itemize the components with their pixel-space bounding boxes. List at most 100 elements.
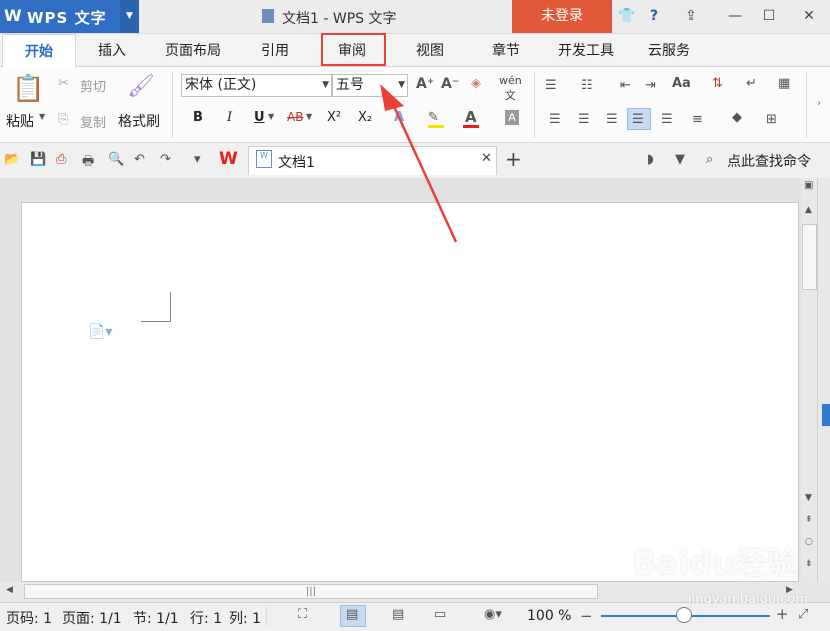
- zoom-out-icon[interactable]: −: [580, 607, 593, 625]
- save-icon[interactable]: 💾: [30, 152, 46, 167]
- tab-page-layout[interactable]: 页面布局: [165, 34, 221, 66]
- bullet-list-icon[interactable]: ☰: [545, 78, 557, 93]
- split-view-icon[interactable]: ▣: [804, 180, 813, 191]
- format-painter-button[interactable]: 格式刷: [118, 111, 160, 131]
- italic-button[interactable]: I: [227, 110, 232, 125]
- upload-icon[interactable]: ⇪: [682, 7, 700, 25]
- bold-button[interactable]: B: [193, 110, 203, 125]
- zoom-level[interactable]: 100 %: [527, 608, 571, 624]
- ribbon-scroll-icon[interactable]: ›: [817, 98, 821, 109]
- fit-page-icon[interactable]: ⤢: [798, 607, 808, 622]
- vertical-scroll-thumb[interactable]: [802, 224, 817, 290]
- tab-home[interactable]: 开始: [2, 34, 76, 67]
- text-effect-icon[interactable]: A: [394, 110, 404, 125]
- shading-icon[interactable]: ◆: [732, 110, 742, 125]
- status-column[interactable]: 列: 1: [229, 608, 261, 628]
- tab-insert[interactable]: 插入: [98, 34, 126, 66]
- undo-icon[interactable]: ↶: [134, 152, 145, 167]
- app-menu-button[interactable]: W WPS 文字: [0, 0, 120, 33]
- format-painter-icon[interactable]: 🖌: [127, 74, 155, 99]
- scrollbar-divider: [817, 178, 818, 582]
- paste-dropdown-icon[interactable]: ▼: [39, 112, 45, 121]
- highlight-icon[interactable]: ✎: [428, 110, 439, 125]
- reading-view-icon[interactable]: ◉▾: [484, 607, 502, 622]
- distribute-icon[interactable]: ☰: [661, 112, 673, 127]
- close-tab-icon[interactable]: ✕: [481, 151, 492, 166]
- tab-references[interactable]: 引用: [261, 34, 289, 66]
- app-menu-dropdown-icon[interactable]: ▼: [120, 0, 139, 33]
- increase-indent-icon[interactable]: ⇥: [645, 78, 656, 93]
- tab-cloud[interactable]: 云服务: [648, 34, 690, 66]
- paste-button[interactable]: 粘贴: [6, 111, 34, 131]
- align-right-icon[interactable]: ☰: [606, 112, 618, 127]
- scroll-left-icon[interactable]: ◀: [6, 585, 13, 595]
- page-view-icon: ▤: [346, 607, 359, 622]
- paste-icon[interactable]: 📋: [12, 74, 44, 104]
- sort-icon[interactable]: ⇅: [712, 76, 723, 91]
- new-tab-button[interactable]: +: [505, 147, 522, 171]
- border-icon[interactable]: ⊞: [766, 112, 777, 127]
- shrink-font-icon[interactable]: A⁻: [441, 76, 459, 92]
- login-button[interactable]: 未登录: [512, 0, 612, 33]
- font-size-select[interactable]: 五号 ▼: [332, 74, 408, 97]
- outline-view-icon[interactable]: ▤: [392, 607, 404, 622]
- paste-options-icon[interactable]: 📄▾: [88, 324, 112, 340]
- document-page[interactable]: [21, 202, 799, 582]
- pinyin-guide-icon[interactable]: wén 文: [499, 74, 522, 103]
- status-section[interactable]: 节: 1/1: [133, 608, 179, 628]
- customize-toolbar-icon[interactable]: ▾: [194, 152, 201, 167]
- status-page-number[interactable]: 页码: 1: [6, 608, 52, 628]
- char-shading-icon[interactable]: A: [505, 110, 519, 125]
- export-pdf-icon[interactable]: ⎙: [56, 152, 66, 167]
- select-browse-icon[interactable]: ○: [805, 537, 813, 547]
- show-marks-icon[interactable]: ↵: [746, 76, 757, 91]
- scroll-down-icon[interactable]: ▼: [805, 493, 812, 503]
- maximize-icon[interactable]: ☐: [760, 7, 778, 25]
- restore-icon[interactable]: ◗: [647, 152, 654, 167]
- zoom-slider-thumb[interactable]: [676, 607, 692, 623]
- line-spacing-icon[interactable]: ≡: [692, 112, 703, 127]
- clear-format-icon[interactable]: ◈: [471, 76, 481, 91]
- next-page-icon[interactable]: ⇟: [805, 559, 813, 569]
- table-grid-icon[interactable]: ▦: [778, 76, 790, 91]
- strikethrough-button[interactable]: AB: [287, 110, 303, 124]
- wps-home-icon[interactable]: W: [219, 149, 238, 169]
- redo-icon[interactable]: ↷: [160, 152, 171, 167]
- grow-font-icon[interactable]: A⁺: [416, 76, 434, 92]
- pin-icon[interactable]: ▼: [675, 152, 685, 167]
- scroll-up-icon[interactable]: ▲: [805, 205, 812, 215]
- web-view-icon[interactable]: ▭: [434, 607, 446, 622]
- copy-button[interactable]: 复制: [80, 112, 106, 131]
- zoom-in-icon[interactable]: +: [776, 605, 789, 623]
- status-pages[interactable]: 页面: 1/1: [62, 608, 122, 628]
- minimize-icon[interactable]: —: [726, 7, 744, 25]
- cut-button[interactable]: 剪切: [80, 76, 106, 95]
- full-screen-icon[interactable]: ⛶: [298, 607, 307, 622]
- numbered-list-icon[interactable]: ☷: [581, 78, 593, 93]
- tab-developer[interactable]: 开发工具: [558, 34, 614, 66]
- align-center-icon[interactable]: ☰: [578, 112, 590, 127]
- tab-view[interactable]: 视图: [416, 34, 444, 66]
- search-command-button[interactable]: 点此查找命令: [727, 151, 811, 171]
- open-folder-icon[interactable]: 📂: [4, 152, 20, 167]
- status-row[interactable]: 行: 1: [190, 608, 222, 628]
- help-icon[interactable]: ?: [645, 7, 663, 25]
- font-name-select[interactable]: 宋体 (正文) ▼: [181, 74, 332, 97]
- prev-page-icon[interactable]: ⇞: [805, 515, 813, 525]
- align-left-icon[interactable]: ☰: [549, 112, 561, 127]
- side-panel-toggle-icon[interactable]: [822, 404, 830, 426]
- superscript-button[interactable]: X²: [327, 110, 341, 125]
- subscript-button[interactable]: X₂: [358, 110, 372, 125]
- close-icon[interactable]: ✕: [800, 7, 818, 25]
- change-case-icon[interactable]: Aa: [672, 76, 691, 91]
- horizontal-scroll-thumb[interactable]: |||: [24, 584, 598, 599]
- print-icon[interactable]: 🖶: [82, 152, 94, 174]
- print-preview-icon[interactable]: 🔍: [108, 152, 124, 167]
- underline-button[interactable]: U: [254, 110, 265, 125]
- font-color-icon[interactable]: A: [465, 108, 477, 126]
- underline-dropdown-icon[interactable]: ▼: [268, 112, 274, 121]
- decrease-indent-icon[interactable]: ⇤: [620, 78, 631, 93]
- skin-icon[interactable]: 👕: [618, 7, 636, 25]
- strikethrough-dropdown-icon[interactable]: ▼: [306, 112, 312, 121]
- tab-chapter[interactable]: 章节: [492, 34, 520, 66]
